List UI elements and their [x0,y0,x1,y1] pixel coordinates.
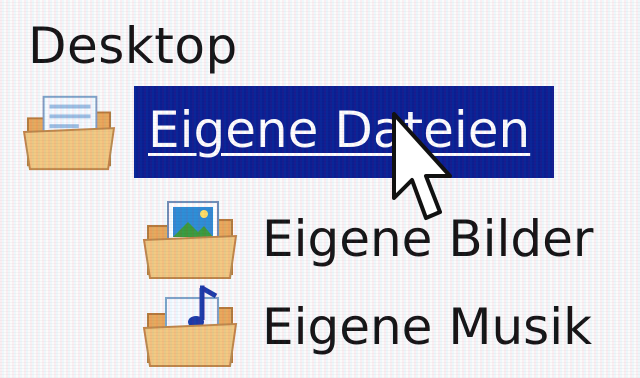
tree-item-label: Eigene Dateien [134,86,555,178]
tree-item-eigene-musik[interactable]: Eigene Musik [140,284,602,372]
tree-item-eigene-bilder[interactable]: Eigene Bilder [140,196,603,284]
tree-root-label: Desktop [28,17,238,75]
explorer-folder-tree: Desktop Eigene Dateien Eigene Bilder Eig… [0,0,640,378]
tree-root-desktop[interactable]: Desktop [28,14,238,78]
arrow-cursor-icon [392,112,452,220]
tree-item-label: Eigene Musik [262,298,593,356]
tree-item-eigene-dateien[interactable]: Eigene Dateien [20,86,555,178]
folder-documents-icon [22,95,116,171]
folder-music-icon [142,285,238,367]
folder-pictures-icon [142,201,238,279]
